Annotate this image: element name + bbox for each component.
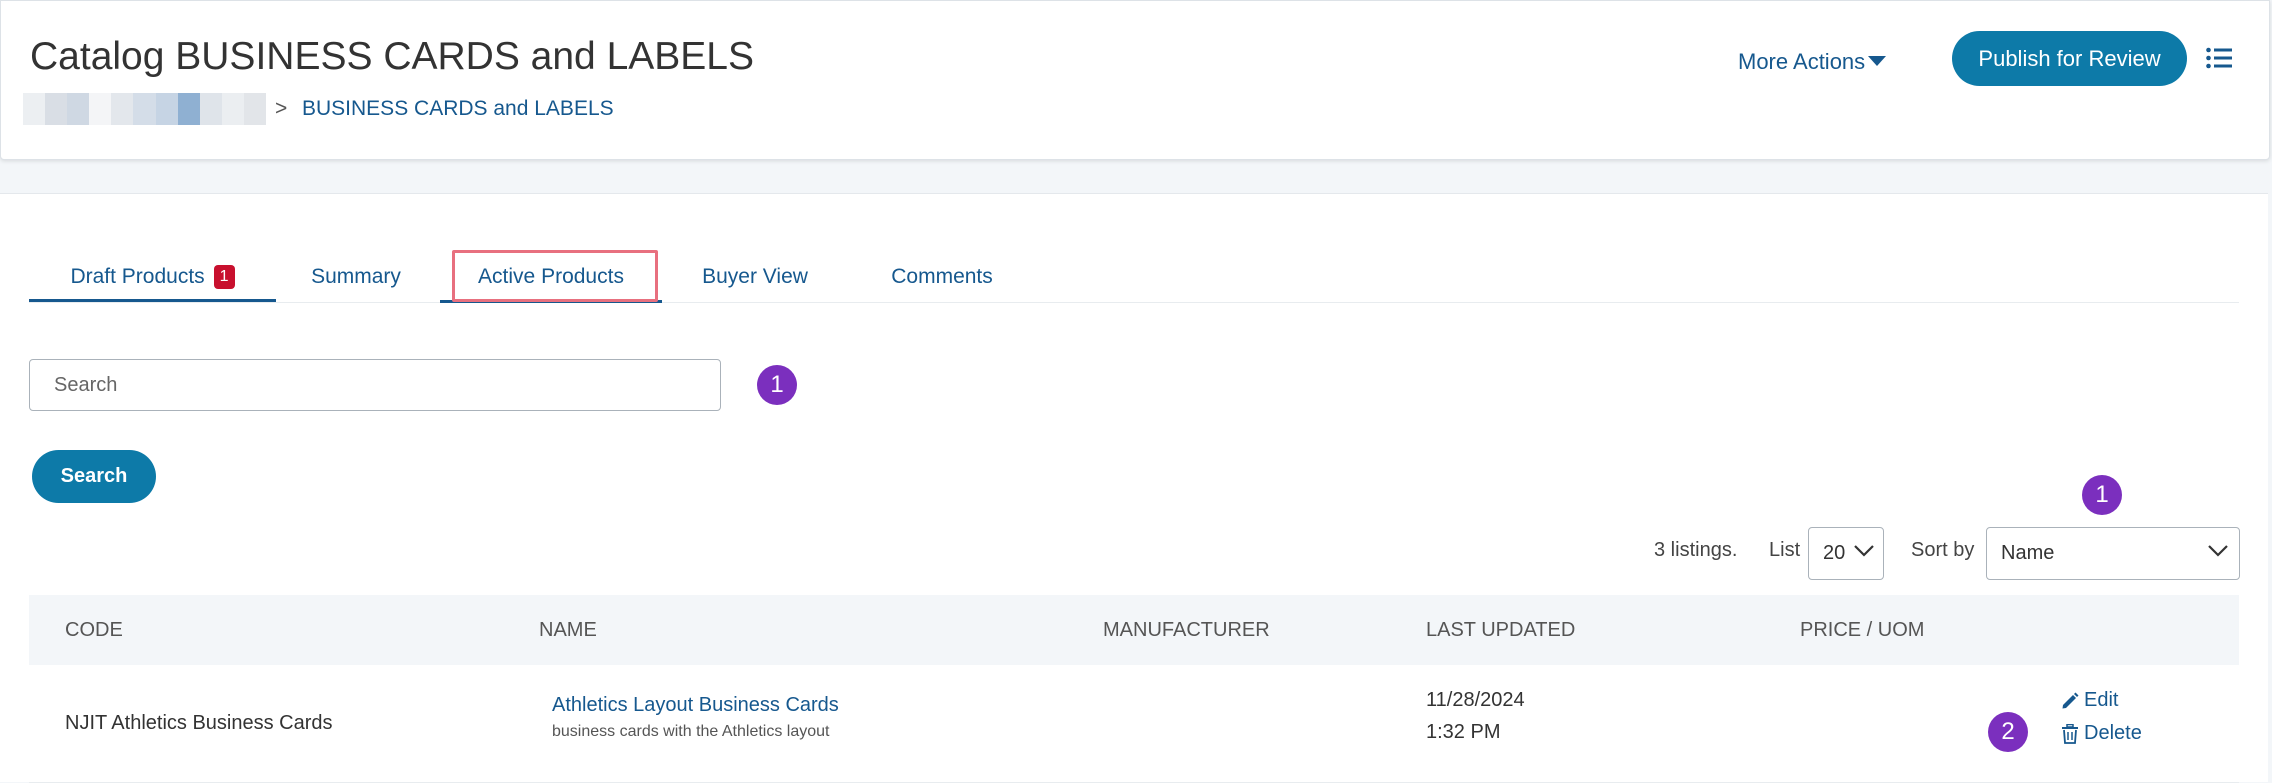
product-name-link[interactable]: Athletics Layout Business Cards <box>552 694 839 716</box>
delete-button[interactable]: Delete <box>2061 722 2142 745</box>
tab-label: Active Products <box>478 265 624 288</box>
search-input[interactable] <box>29 359 721 411</box>
tab-label: Comments <box>891 265 993 288</box>
tab-label: Draft Products <box>70 264 205 288</box>
tab-buyer-view[interactable]: Buyer View <box>682 254 828 300</box>
caret-down-icon <box>1868 56 1887 66</box>
more-actions-label: More Actions <box>1738 49 1866 74</box>
page-title: Catalog BUSINESS CARDS and LABELS <box>30 35 755 78</box>
delete-label: Delete <box>2084 722 2142 744</box>
column-header-last-updated[interactable]: LAST UPDATED <box>1426 619 1575 642</box>
pencil-icon <box>2062 692 2079 708</box>
column-header-manufacturer[interactable]: MANUFACTURER <box>1103 619 1270 642</box>
page-header: Catalog BUSINESS CARDS and LABELS > BUSI… <box>0 0 2270 160</box>
publish-for-review-button[interactable]: Publish for Review <box>1952 31 2187 86</box>
chevron-down-icon <box>1854 545 1874 557</box>
table-header: CODE NAME MANUFACTURER LAST UPDATED PRIC… <box>29 595 2239 665</box>
product-name-cell: Athletics Layout Business Cards business… <box>552 694 839 741</box>
tab-draft-products[interactable]: Draft Products 1 <box>29 254 276 302</box>
tab-label: Summary <box>311 265 401 288</box>
table-row: NJIT Athletics Business Cards Athletics … <box>29 665 2239 783</box>
list-icon[interactable] <box>2206 47 2232 69</box>
column-header-name[interactable]: NAME <box>539 619 597 642</box>
tab-active-products[interactable]: Active Products <box>440 254 662 303</box>
sort-by-value: Name <box>2001 542 2055 564</box>
edit-label: Edit <box>2084 689 2119 711</box>
tab-label: Buyer View <box>702 265 808 288</box>
product-code: NJIT Athletics Business Cards <box>65 712 333 734</box>
sort-by-label: Sort by <box>1911 539 1975 561</box>
main-panel: Draft Products 1 Summary Active Products… <box>0 193 2268 783</box>
last-updated-date: 11/28/2024 <box>1426 689 1525 711</box>
more-actions-dropdown[interactable]: More Actions <box>1738 49 1887 75</box>
sort-by-select[interactable]: Name <box>1986 527 2240 580</box>
page-size-label: List <box>1769 539 1801 561</box>
page-size-value: 20 <box>1823 542 1846 564</box>
column-header-code[interactable]: CODE <box>65 619 123 642</box>
tab-bar: Draft Products 1 Summary Active Products… <box>29 254 2239 303</box>
step-marker: 1 <box>2082 475 2122 515</box>
step-marker: 1 <box>757 365 797 405</box>
edit-button[interactable]: Edit <box>2061 689 2118 712</box>
tab-summary[interactable]: Summary <box>291 254 421 300</box>
step-marker: 2 <box>1988 712 2028 752</box>
breadcrumb-redacted <box>23 93 267 125</box>
breadcrumb-separator: > <box>275 97 288 120</box>
page-size-select[interactable]: 20 <box>1808 527 1884 580</box>
last-updated-time: 1:32 PM <box>1426 721 1501 743</box>
column-header-price-uom[interactable]: PRICE / UOM <box>1800 619 1924 642</box>
chevron-down-icon <box>2208 545 2228 557</box>
tab-comments[interactable]: Comments <box>867 254 1017 300</box>
trash-icon <box>2062 723 2078 744</box>
breadcrumb-current-link[interactable]: BUSINESS CARDS and LABELS <box>302 97 614 121</box>
search-button[interactable]: Search <box>32 450 156 503</box>
listing-count: 3 listings. <box>1654 539 1738 561</box>
product-description: business cards with the Athletics layout <box>552 723 830 740</box>
draft-count-badge: 1 <box>213 264 235 289</box>
